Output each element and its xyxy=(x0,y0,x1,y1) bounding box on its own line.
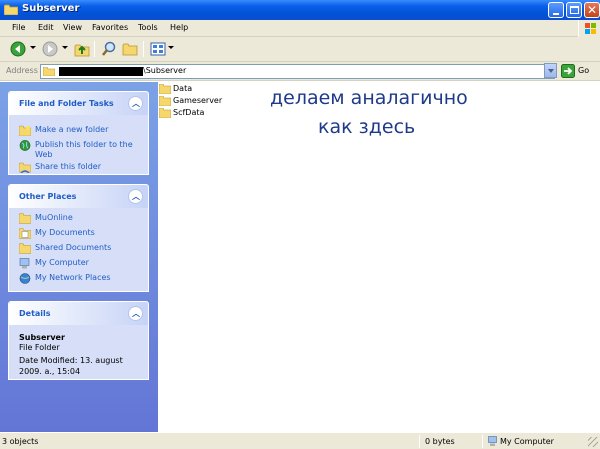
folder-icon xyxy=(159,108,171,118)
toolbar-separator xyxy=(143,41,144,57)
details-type: File Folder xyxy=(19,343,60,352)
folders-icon[interactable] xyxy=(122,41,138,57)
go-arrow-icon[interactable] xyxy=(561,64,575,78)
collapse-button[interactable]: ︿ xyxy=(128,306,143,321)
chevron-up-icon: ︿ xyxy=(132,192,140,201)
folder-icon xyxy=(159,96,171,106)
panel-header[interactable]: File and Folder Tasks ︿ xyxy=(9,92,148,115)
status-divider xyxy=(482,435,483,448)
address-path: \Subserver xyxy=(143,66,187,75)
forward-icon[interactable] xyxy=(42,41,58,57)
maximize-icon xyxy=(570,6,579,14)
toolbar xyxy=(0,37,600,62)
close-button[interactable]: ✕ xyxy=(584,2,600,18)
folder-icon xyxy=(19,243,31,254)
menu-tools[interactable]: Tools xyxy=(138,23,158,32)
new-folder-icon xyxy=(19,125,31,136)
address-bar: Address \Subserver xyxy=(0,62,600,81)
menu-bar: File Edit View Favorites Tools Help xyxy=(0,20,600,37)
chevron-up-icon: ︿ xyxy=(132,309,140,318)
folder-label: Gameserver xyxy=(173,96,223,105)
address-input[interactable]: \Subserver xyxy=(40,64,555,79)
network-icon xyxy=(19,273,31,284)
annotation-line-1: делаем аналагично xyxy=(270,87,468,109)
menu-favorites[interactable]: Favorites xyxy=(92,23,128,32)
panel-title: File and Folder Tasks xyxy=(19,99,114,108)
chevron-up-icon: ︿ xyxy=(132,99,140,108)
annotation-line-2: как здесь xyxy=(318,116,416,138)
views-icon[interactable] xyxy=(150,41,166,57)
window-title: Subserver xyxy=(22,3,80,14)
toolbar-separator xyxy=(94,41,95,57)
status-object-count: 3 objects xyxy=(2,437,39,446)
search-icon[interactable] xyxy=(101,41,117,57)
globe-icon xyxy=(19,140,31,151)
details-name: Subserver xyxy=(19,333,65,342)
folder-icon xyxy=(19,213,31,224)
address-dropdown-button[interactable] xyxy=(544,63,557,78)
collapse-button[interactable]: ︿ xyxy=(128,96,143,111)
other-places-panel: Other Places ︿ MuOnline My Documents Sha… xyxy=(8,184,149,292)
computer-icon xyxy=(488,436,497,446)
status-size: 0 bytes xyxy=(425,437,455,446)
menu-view[interactable]: View xyxy=(63,23,82,32)
redacted-path xyxy=(59,67,143,76)
panel-title: Other Places xyxy=(19,192,77,201)
title-bar[interactable]: Subserver ✕ xyxy=(0,0,600,20)
views-dropdown-icon[interactable] xyxy=(168,46,174,49)
task-pane: File and Folder Tasks ︿ Make a new folde… xyxy=(0,82,158,432)
maximize-button[interactable] xyxy=(566,2,582,18)
status-location: My Computer xyxy=(500,437,554,446)
documents-folder-icon xyxy=(19,228,31,239)
folder-icon xyxy=(43,67,55,76)
file-folder-tasks-panel: File and Folder Tasks ︿ Make a new folde… xyxy=(8,91,149,175)
details-date-modified: Date Modified: 13. august 2009. a., 15:0… xyxy=(19,356,123,376)
panel-header[interactable]: Other Places ︿ xyxy=(9,185,148,208)
chevron-down-icon xyxy=(548,69,554,73)
panel-header[interactable]: Details ︿ xyxy=(9,302,148,325)
collapse-button[interactable]: ︿ xyxy=(128,189,143,204)
close-icon: ✕ xyxy=(587,3,598,17)
back-icon[interactable] xyxy=(10,41,26,57)
menu-help[interactable]: Help xyxy=(170,23,188,32)
panel-title: Details xyxy=(19,309,51,318)
folder-label: Data xyxy=(173,84,193,93)
share-folder-icon xyxy=(19,162,31,173)
menu-edit[interactable]: Edit xyxy=(38,23,54,32)
windows-logo-icon xyxy=(578,20,600,37)
computer-icon xyxy=(19,258,30,269)
file-list[interactable]: Data Gameserver ScfData делаем аналагичн… xyxy=(158,82,600,432)
folder-icon xyxy=(4,4,18,15)
up-folder-icon[interactable] xyxy=(74,41,90,57)
address-label: Address xyxy=(6,66,38,75)
status-divider xyxy=(419,435,420,448)
menu-file[interactable]: File xyxy=(12,23,25,32)
folder-icon xyxy=(159,84,171,94)
resize-grip[interactable] xyxy=(588,437,598,447)
minimize-icon xyxy=(553,13,559,15)
forward-dropdown-icon[interactable] xyxy=(62,46,68,49)
details-panel: Details ︿ Subserver File Folder Date Mod… xyxy=(8,301,149,380)
folder-label: ScfData xyxy=(173,108,205,117)
back-dropdown-icon[interactable] xyxy=(30,46,36,49)
go-button[interactable]: Go xyxy=(578,66,589,75)
minimize-button[interactable] xyxy=(548,2,564,18)
status-bar: 3 objects 0 bytes My Computer xyxy=(0,432,600,449)
